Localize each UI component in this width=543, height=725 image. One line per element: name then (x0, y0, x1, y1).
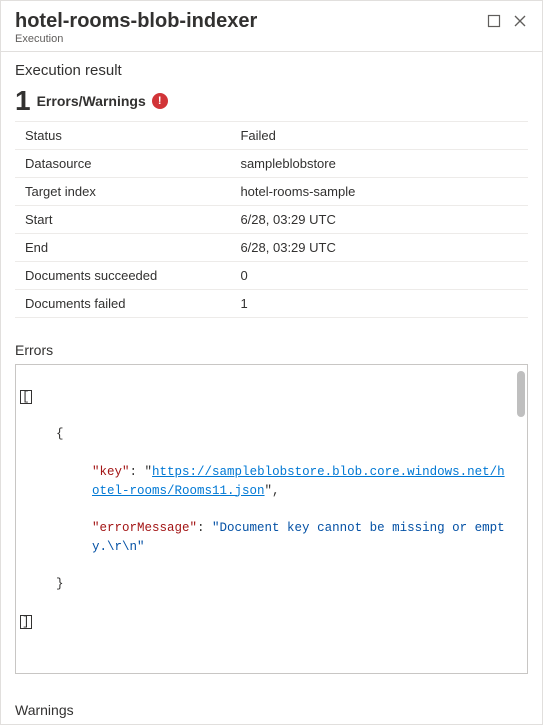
json-close-array: ] (20, 615, 32, 630)
detail-value: 1 (230, 290, 528, 318)
detail-label: Start (15, 206, 230, 234)
json-open-brace: { (56, 427, 64, 441)
table-row: Target indexhotel-rooms-sample (15, 178, 528, 206)
detail-label: Datasource (15, 150, 230, 178)
scrollbar-thumb[interactable] (517, 371, 525, 417)
page-subtitle: Execution (15, 33, 257, 45)
json-open-array: [ (20, 390, 32, 405)
errors-textarea[interactable]: [ { "key": "https://sampleblobstore.blob… (15, 364, 528, 674)
detail-value: 6/28, 03:29 UTC (230, 234, 528, 262)
table-row: Datasourcesampleblobstore (15, 150, 528, 178)
errors-title: Errors (15, 342, 528, 358)
errors-content: [ { "key": "https://sampleblobstore.blob… (20, 369, 523, 669)
error-key-url[interactable]: https://sampleblobstore.blob.core.window… (92, 465, 505, 498)
details-table: StatusFailedDatasourcesampleblobstoreTar… (15, 121, 528, 318)
detail-label: Target index (15, 178, 230, 206)
detail-label: End (15, 234, 230, 262)
detail-label: Status (15, 122, 230, 150)
json-close-brace: } (56, 577, 64, 591)
error-icon: ! (152, 93, 168, 109)
table-row: Start6/28, 03:29 UTC (15, 206, 528, 234)
table-row: Documents succeeded0 (15, 262, 528, 290)
detail-value: Failed (230, 122, 528, 150)
panel-body: Execution result 1 Errors/Warnings ! Sta… (1, 52, 542, 724)
header-left: hotel-rooms-blob-indexer Execution (15, 9, 257, 45)
table-row: Documents failed1 (15, 290, 528, 318)
header-controls (486, 13, 528, 29)
detail-label: Documents failed (15, 290, 230, 318)
summary-row: 1 Errors/Warnings ! (15, 87, 528, 115)
detail-value: 0 (230, 262, 528, 290)
maximize-button[interactable] (486, 13, 502, 29)
table-row: End6/28, 03:29 UTC (15, 234, 528, 262)
page-title: hotel-rooms-blob-indexer (15, 9, 257, 33)
error-count: 1 (15, 87, 31, 115)
warnings-title: Warnings (15, 702, 528, 718)
table-row: StatusFailed (15, 122, 528, 150)
detail-value: hotel-rooms-sample (230, 178, 528, 206)
error-label: Errors/Warnings (37, 93, 146, 109)
detail-label: Documents succeeded (15, 262, 230, 290)
json-errormessage-key: "errorMessage" (92, 521, 197, 535)
execution-panel: hotel-rooms-blob-indexer Execution Execu… (0, 0, 543, 725)
close-icon (513, 14, 527, 28)
json-key-key: "key" (92, 465, 130, 479)
detail-value: 6/28, 03:29 UTC (230, 206, 528, 234)
maximize-icon (487, 14, 501, 28)
result-section-title: Execution result (15, 62, 528, 79)
close-button[interactable] (512, 13, 528, 29)
panel-header: hotel-rooms-blob-indexer Execution (1, 1, 542, 52)
detail-value: sampleblobstore (230, 150, 528, 178)
